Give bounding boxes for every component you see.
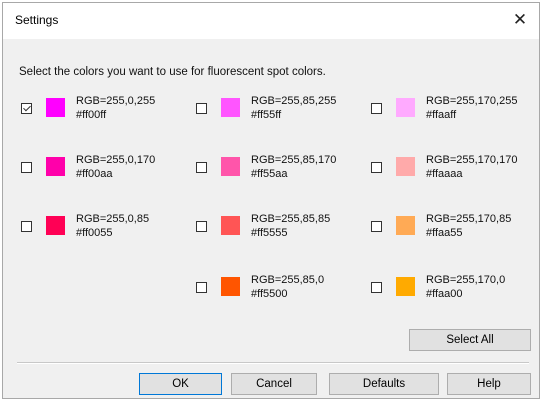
color-option-ffaaff[interactable]: RGB=255,170,255 #ffaaff	[371, 95, 531, 132]
color-label: RGB=255,0,255 #ff00ff	[76, 95, 156, 121]
color-swatch	[46, 98, 65, 117]
color-swatch	[221, 157, 240, 176]
defaults-button[interactable]: Defaults	[329, 373, 439, 395]
color-option-ff00ff[interactable]: RGB=255,0,255 #ff00ff	[21, 95, 181, 132]
color-label: RGB=255,170,85 #ffaa55	[426, 213, 512, 239]
checkbox[interactable]	[371, 103, 382, 114]
cancel-button[interactable]: Cancel	[231, 373, 317, 395]
checkbox[interactable]	[196, 162, 207, 173]
color-label: RGB=255,0,85 #ff0055	[76, 213, 150, 239]
color-option-ff5500[interactable]: RGB=255,85,0 #ff5500	[196, 274, 356, 311]
color-label: RGB=255,85,170 #ff55aa	[251, 154, 337, 180]
ok-button[interactable]: OK	[139, 373, 222, 395]
help-button[interactable]: Help	[447, 373, 531, 395]
color-label: RGB=255,170,0 #ffaa00	[426, 274, 506, 300]
color-option-ff00aa[interactable]: RGB=255,0,170 #ff00aa	[21, 154, 181, 191]
color-label: RGB=255,0,170 #ff00aa	[76, 154, 156, 180]
color-label: RGB=255,85,0 #ff5500	[251, 274, 325, 300]
color-option-ff5555[interactable]: RGB=255,85,85 #ff5555	[196, 213, 356, 250]
color-swatch	[396, 216, 415, 235]
color-swatch	[46, 157, 65, 176]
checkbox[interactable]	[371, 282, 382, 293]
color-option-ff55aa[interactable]: RGB=255,85,170 #ff55aa	[196, 154, 356, 191]
dialog-title: Settings	[15, 13, 59, 27]
color-label: RGB=255,170,255 #ffaaff	[426, 95, 518, 121]
color-option-ff55ff[interactable]: RGB=255,85,255 #ff55ff	[196, 95, 356, 132]
checkbox[interactable]	[371, 221, 382, 232]
color-swatch	[396, 157, 415, 176]
select-all-button[interactable]: Select All	[409, 329, 531, 351]
color-option-ffaa00[interactable]: RGB=255,170,0 #ffaa00	[371, 274, 531, 311]
color-label: RGB=255,170,170 #ffaaaa	[426, 154, 518, 180]
checkbox[interactable]	[196, 282, 207, 293]
color-label: RGB=255,85,255 #ff55ff	[251, 95, 337, 121]
color-swatch	[221, 98, 240, 117]
checkbox[interactable]	[196, 103, 207, 114]
title-bar: Settings ✕	[3, 3, 539, 39]
checkbox[interactable]	[21, 103, 32, 114]
checkbox[interactable]	[196, 221, 207, 232]
checkbox[interactable]	[21, 162, 32, 173]
instruction-text: Select the colors you want to use for fl…	[19, 66, 326, 78]
color-swatch	[221, 216, 240, 235]
color-label: RGB=255,85,85 #ff5555	[251, 213, 331, 239]
color-option-ffaaaa[interactable]: RGB=255,170,170 #ffaaaa	[371, 154, 531, 191]
color-swatch	[396, 98, 415, 117]
color-swatch	[396, 277, 415, 296]
close-icon[interactable]: ✕	[507, 7, 533, 33]
separator	[17, 362, 529, 364]
checkbox[interactable]	[371, 162, 382, 173]
color-swatch	[46, 216, 65, 235]
checkbox[interactable]	[21, 221, 32, 232]
settings-dialog: Settings ✕ Select the colors you want to…	[2, 2, 540, 399]
color-option-ffaa55[interactable]: RGB=255,170,85 #ffaa55	[371, 213, 531, 250]
color-swatch	[221, 277, 240, 296]
color-option-ff0055[interactable]: RGB=255,0,85 #ff0055	[21, 213, 181, 250]
